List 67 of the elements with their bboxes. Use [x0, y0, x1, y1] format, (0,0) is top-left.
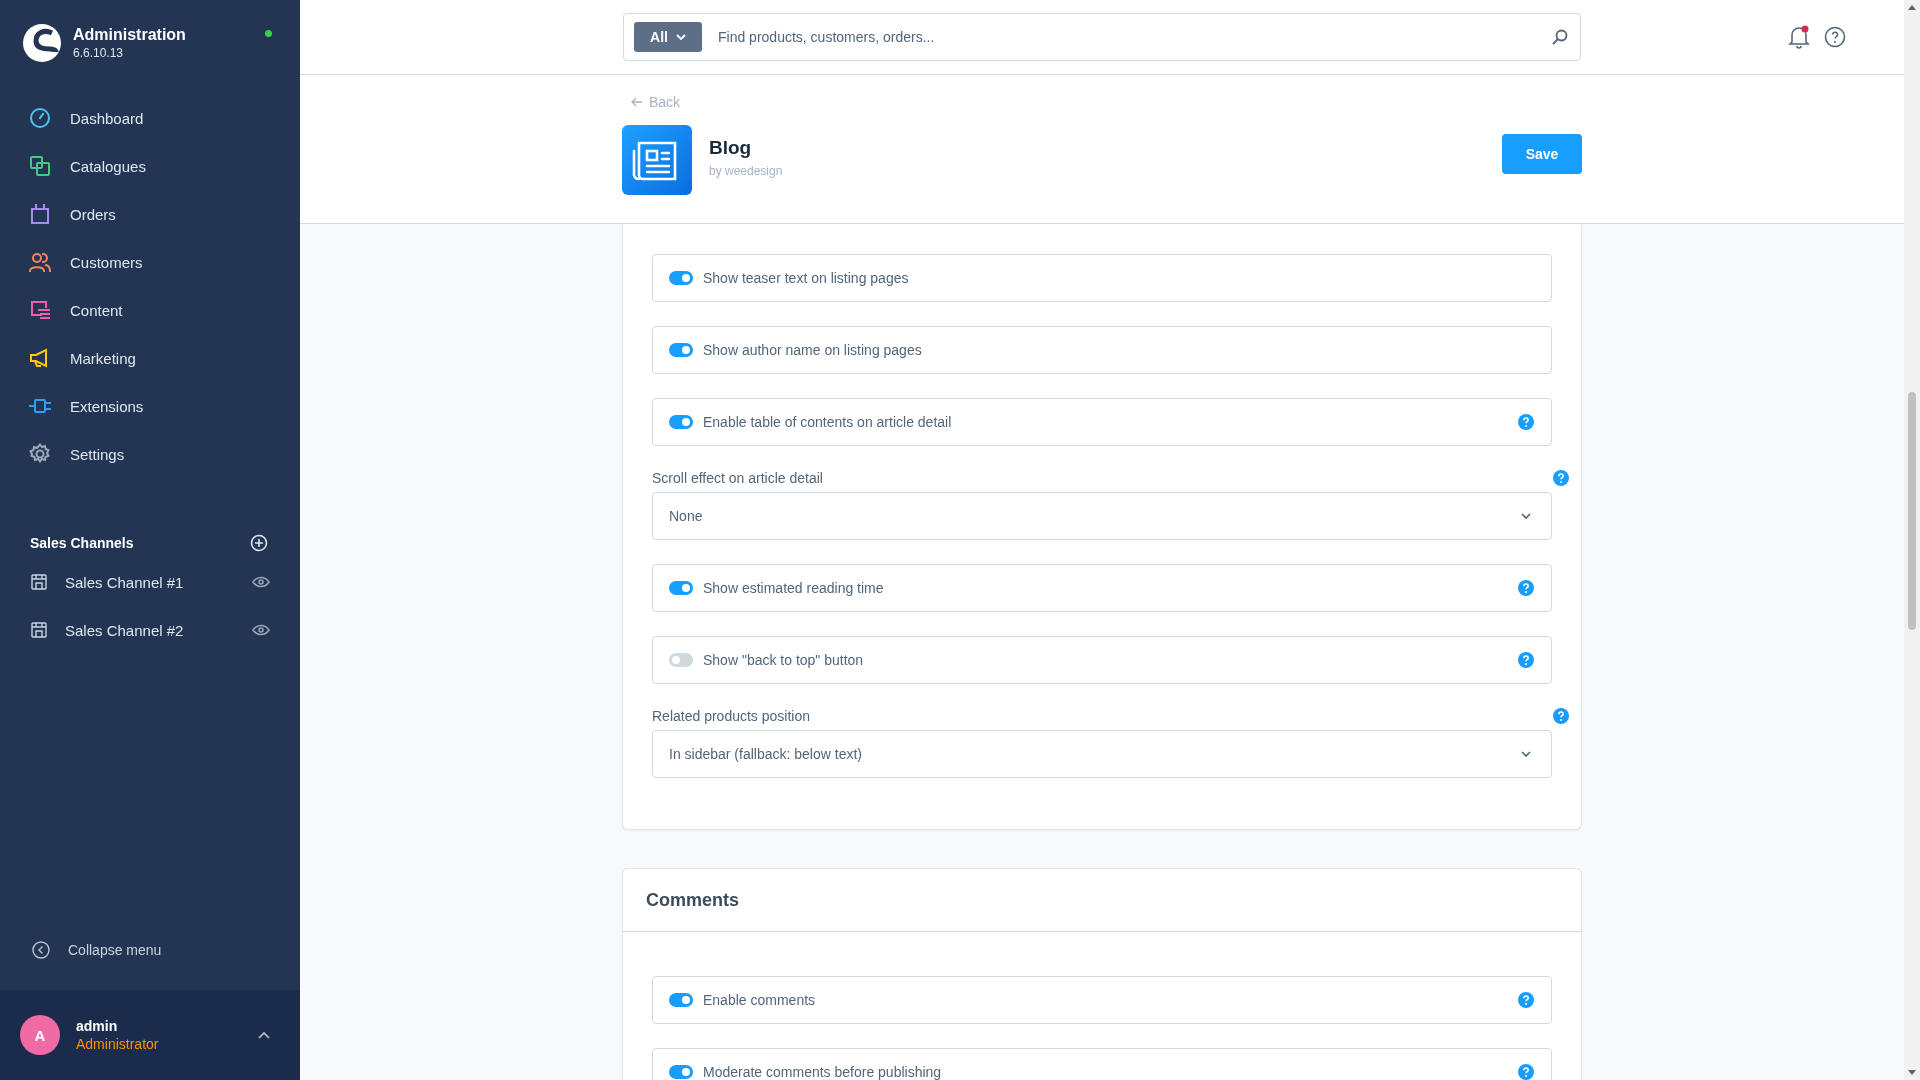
toggle-switch[interactable] [669, 415, 693, 429]
nav-item[interactable]: Customers [0, 238, 300, 286]
help-icon[interactable] [1518, 414, 1534, 430]
section-title: Sales Channels [30, 535, 134, 551]
version-label: 6.6.10.13 [73, 46, 125, 60]
chevron-left-icon [32, 941, 50, 959]
nav-item[interactable]: Settings [0, 430, 300, 478]
sales-channel-link[interactable]: Sales Channel #2 [65, 621, 252, 639]
toggle-switch[interactable] [669, 993, 693, 1007]
page-title: Blog [709, 136, 753, 159]
newspaper-icon [622, 125, 692, 195]
avatar: A [20, 1015, 60, 1055]
eye-icon[interactable] [252, 576, 270, 588]
sales-channel-link[interactable]: Sales Channel #1 [65, 573, 252, 591]
scrollbar[interactable] [1904, 0, 1920, 1080]
card-title: Comments [623, 869, 1581, 932]
eye-icon[interactable] [252, 624, 270, 636]
chevron-up-icon[interactable] [258, 1031, 270, 1039]
setting-label: Enable comments [703, 992, 817, 1008]
select-field[interactable]: None [652, 492, 1552, 540]
nav-item[interactable]: Marketing [0, 334, 300, 382]
user-role: Administrator [76, 1036, 160, 1052]
scrollbar-thumb[interactable] [1908, 392, 1916, 630]
help-icon[interactable] [1518, 580, 1534, 596]
help-icon[interactable] [1518, 652, 1534, 668]
nav-item[interactable]: Extensions [0, 382, 300, 430]
toggle-switch[interactable] [669, 581, 693, 595]
storefront-icon [30, 573, 48, 591]
logo-icon [22, 23, 62, 63]
toggle-switch[interactable] [669, 1065, 693, 1079]
setting-label: Show "back to top" button [703, 652, 865, 668]
setting-label: Moderate comments before publishing [703, 1064, 943, 1080]
chevron-down-icon [1521, 513, 1531, 519]
app-title: Administration [73, 26, 186, 44]
help-icon[interactable] [1518, 1064, 1534, 1080]
field-label: Scroll effect on article detail [652, 470, 823, 486]
select-field[interactable]: In sidebar (fallback: below text) [652, 730, 1552, 778]
user-name: admin [76, 1018, 119, 1034]
setting-label: Enable table of contents on article detail [703, 414, 953, 430]
caret-icon [675, 34, 686, 40]
help-icon[interactable] [1518, 992, 1534, 1008]
scroll-down-icon[interactable] [1908, 1070, 1916, 1075]
field-label: Related products position [652, 708, 810, 724]
toggle-switch[interactable] [669, 343, 693, 357]
nav-item[interactable]: Dashboard [0, 94, 300, 142]
chevron-down-icon [1521, 751, 1531, 757]
help-icon[interactable] [1553, 708, 1569, 724]
notification-bell-icon[interactable] [1788, 25, 1810, 49]
setting-label: Show estimated reading time [703, 580, 885, 596]
setting-label: Show teaser text on listing pages [703, 270, 910, 286]
toggle-switch[interactable] [669, 271, 693, 285]
scope-dropdown[interactable]: All [634, 22, 702, 52]
help-icon[interactable] [1824, 26, 1846, 48]
scroll-up-icon[interactable] [1908, 5, 1916, 10]
arrow-left-icon [631, 97, 643, 107]
vendor-label: by weedesign [709, 163, 784, 178]
setting-label: Show author name on listing pages [703, 342, 923, 358]
collapse-menu-button[interactable]: Collapse menu [0, 920, 300, 980]
search-field[interactable]: All Find products, customers, orders... [623, 13, 1581, 61]
toggle-switch[interactable] [669, 653, 693, 667]
search-icon[interactable] [1552, 29, 1568, 45]
help-icon[interactable] [1553, 470, 1569, 486]
storefront-icon [30, 621, 48, 639]
nav-item[interactable]: Catalogues [0, 142, 300, 190]
nav-item[interactable]: Content [0, 286, 300, 334]
add-icon[interactable] [250, 534, 268, 552]
nav-item[interactable]: Orders [0, 190, 300, 238]
